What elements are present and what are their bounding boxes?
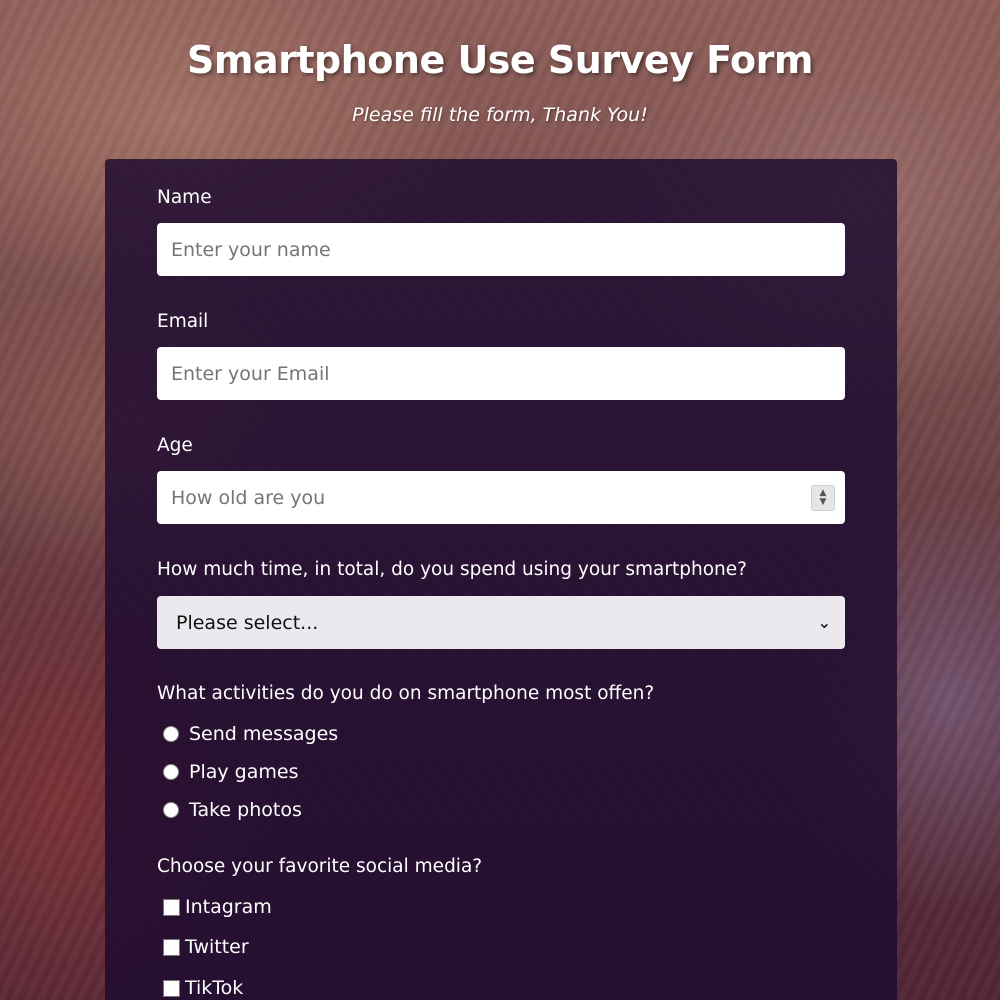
chevron-down-icon: ⌄ [817, 613, 831, 632]
radio-button[interactable] [163, 802, 179, 818]
radio-option-take-photos[interactable]: Take photos [163, 799, 302, 821]
radio-option-label: Take photos [189, 799, 302, 821]
checkbox-option-twitter[interactable]: Twitter [163, 936, 249, 958]
checkbox[interactable] [163, 979, 180, 997]
spinner-icon[interactable]: ▲ ▼ [811, 484, 835, 511]
radio-option-label: Send messages [189, 723, 339, 745]
radio-button[interactable] [163, 764, 179, 780]
time-spent-selected-value: Please select... [176, 611, 319, 634]
age-label: Age [157, 435, 193, 456]
checkbox-option-instagram[interactable]: Intagram [163, 896, 272, 918]
email-label: Email [157, 311, 209, 332]
time-spent-select[interactable]: Please select... ⌄ [157, 596, 845, 649]
page-title: Smartphone Use Survey Form [187, 38, 813, 82]
social-media-label: Choose your favorite social media? [157, 856, 483, 877]
email-input[interactable] [171, 347, 831, 400]
activities-label: What activities do you do on smartphone … [157, 683, 655, 704]
name-field-box [157, 223, 845, 276]
age-input[interactable] [171, 471, 811, 524]
checkbox-option-label: Intagram [185, 896, 272, 918]
email-field-box [157, 347, 845, 400]
survey-form: Name Email Age ▲ ▼ How much time, in tot… [105, 159, 897, 1000]
radio-button[interactable] [163, 726, 179, 742]
checkbox[interactable] [163, 898, 180, 916]
radio-option-send-messages[interactable]: Send messages [163, 723, 338, 745]
time-spent-label: How much time, in total, do you spend us… [157, 559, 747, 580]
page-header: Smartphone Use Survey Form Please fill t… [0, 0, 1000, 126]
name-input[interactable] [171, 223, 831, 276]
radio-option-play-games[interactable]: Play games [163, 761, 298, 783]
spinner-down-icon[interactable]: ▼ [820, 497, 827, 507]
checkbox-option-tiktok[interactable]: TikTok [163, 977, 243, 999]
radio-option-label: Play games [189, 761, 299, 783]
checkbox[interactable] [163, 938, 180, 956]
age-field-box: ▲ ▼ [157, 471, 845, 524]
checkbox-option-label: TikTok [185, 977, 244, 999]
page-subtitle: Please fill the form, Thank You! [352, 104, 648, 126]
checkbox-option-label: Twitter [185, 936, 249, 958]
name-label: Name [157, 187, 212, 208]
